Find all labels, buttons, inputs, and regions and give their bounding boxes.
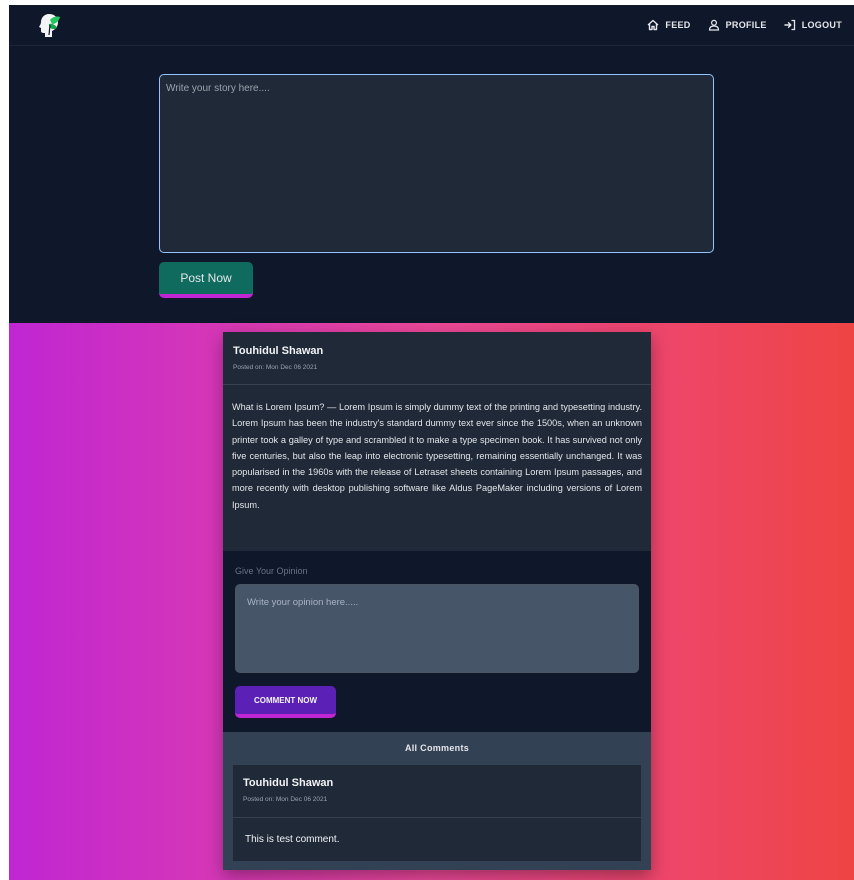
nav-profile-label: PROFILE <box>725 20 767 30</box>
nav-logout[interactable]: LOGOUT <box>784 19 842 31</box>
post-card: Touhidul Shawan Posted on: Mon Dec 06 20… <box>223 332 651 870</box>
post-header: Touhidul Shawan Posted on: Mon Dec 06 20… <box>223 332 651 385</box>
opinion-label: Give Your Opinion <box>235 566 308 576</box>
opinion-input[interactable] <box>235 584 639 673</box>
post-now-button[interactable]: Post Now <box>159 262 253 298</box>
logout-icon <box>784 19 796 31</box>
nav-logout-label: LOGOUT <box>801 20 842 30</box>
post-date: Posted on: Mon Dec 06 2021 <box>233 364 318 371</box>
comment-text: This is test comment. <box>245 834 340 845</box>
user-icon <box>708 19 720 31</box>
app-frame: FEED PROFILE LOGOUT Post Now <box>9 5 854 880</box>
comments-title: All Comments <box>404 743 470 753</box>
feed-section: Touhidul Shawan Posted on: Mon Dec 06 20… <box>9 323 854 880</box>
nav-feed[interactable]: FEED <box>647 19 690 31</box>
comment-author: Touhidul Shawan <box>243 777 334 789</box>
post-author: Touhidul Shawan <box>233 345 324 357</box>
comment-date: Posted on: Mon Dec 06 2021 <box>243 796 328 803</box>
post-body: What is Lorem Ipsum? — Lorem Ipsum is si… <box>232 402 642 510</box>
comment-header: Touhidul Shawan Posted on: Mon Dec 06 20… <box>233 765 641 818</box>
comments-section: All Comments Touhidul Shawan Posted on: … <box>223 732 651 870</box>
tree-head-logo-icon[interactable] <box>37 11 61 39</box>
opinion-form: Give Your Opinion COMMENT NOW <box>223 551 651 732</box>
home-icon <box>647 19 659 31</box>
comment-item: Touhidul Shawan Posted on: Mon Dec 06 20… <box>233 765 641 861</box>
main-nav: FEED PROFILE LOGOUT <box>647 5 842 45</box>
navbar: FEED PROFILE LOGOUT <box>9 5 854 46</box>
story-input[interactable] <box>159 74 714 253</box>
top-section: FEED PROFILE LOGOUT Post Now <box>9 5 854 323</box>
nav-feed-label: FEED <box>665 20 691 30</box>
nav-profile[interactable]: PROFILE <box>708 19 767 31</box>
comment-now-button[interactable]: COMMENT NOW <box>235 686 336 718</box>
